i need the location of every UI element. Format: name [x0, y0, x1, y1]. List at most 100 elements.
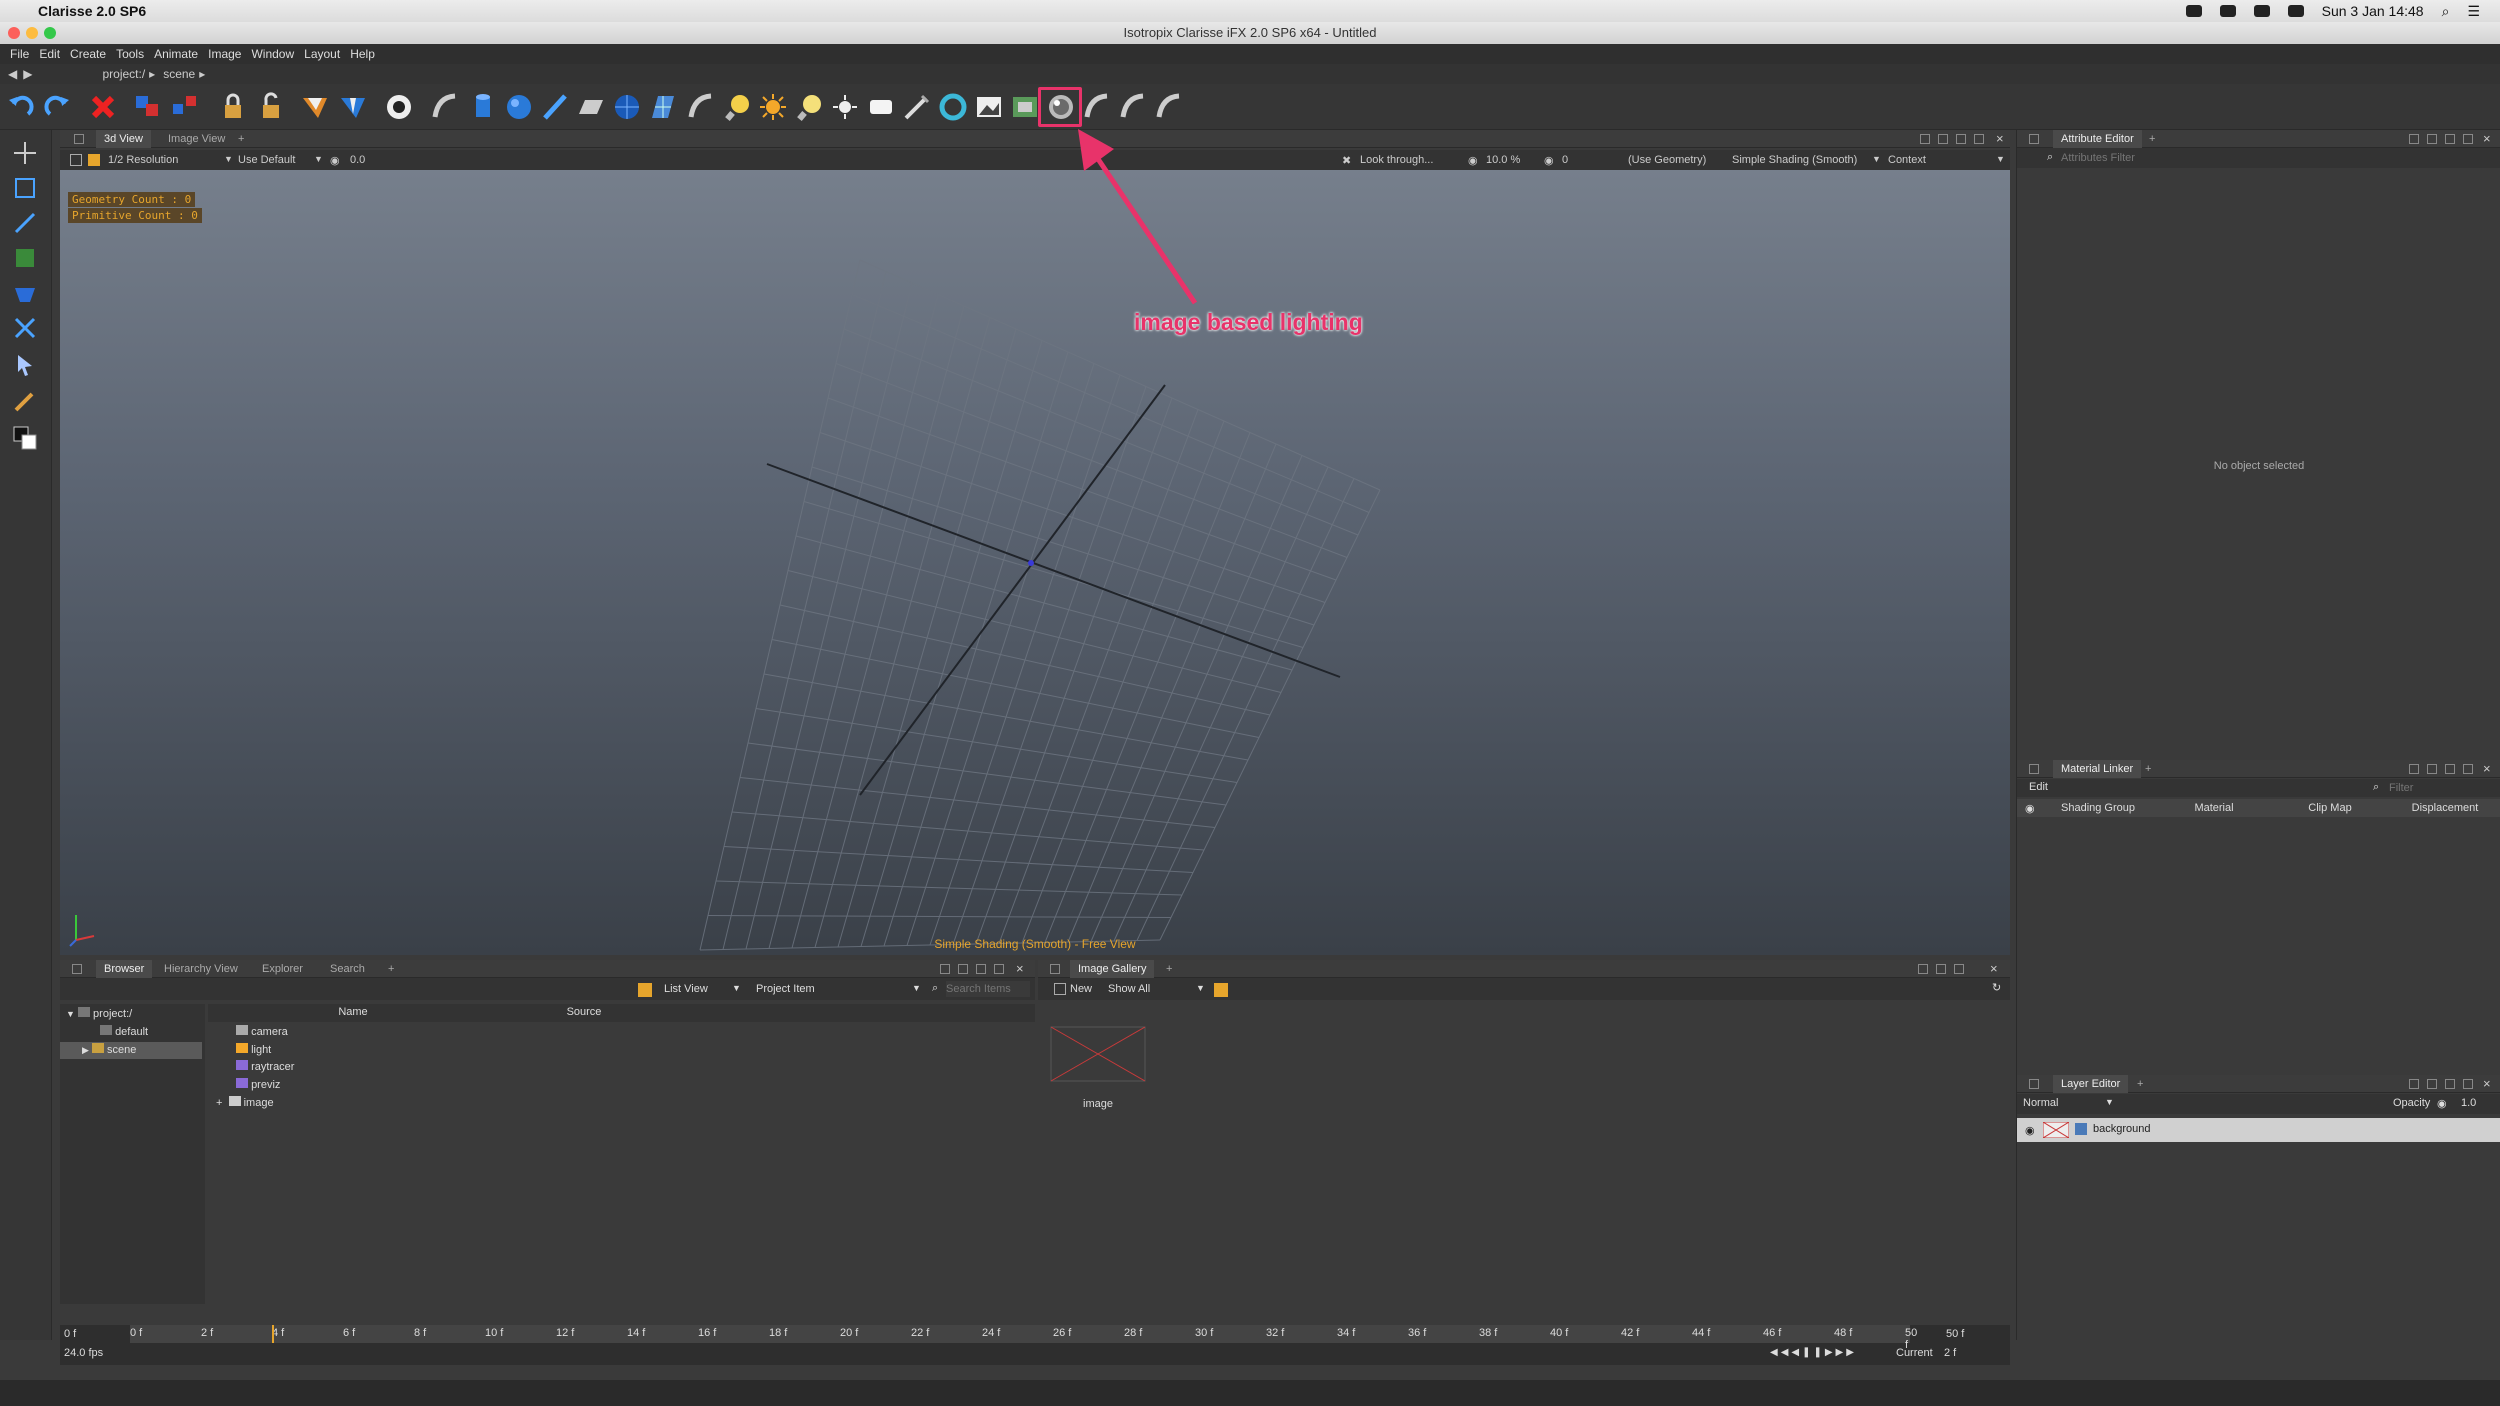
- search-icon[interactable]: ⌕: [2442, 3, 2450, 20]
- path-icon[interactable]: [1082, 92, 1112, 122]
- redo-icon[interactable]: [42, 92, 72, 122]
- unlock-icon[interactable]: [256, 92, 286, 122]
- layout-icon[interactable]: [2427, 764, 2437, 774]
- layout-icon[interactable]: [1920, 134, 1930, 144]
- list-item-image[interactable]: + image: [216, 1095, 274, 1112]
- close-icon[interactable]: ×: [1990, 961, 1998, 976]
- menu-window[interactable]: Window: [251, 47, 294, 61]
- sphere-icon[interactable]: [504, 92, 534, 122]
- path-icon[interactable]: [430, 92, 460, 122]
- spot-light-icon[interactable]: [722, 92, 752, 122]
- list-item-camera[interactable]: camera: [236, 1024, 288, 1041]
- delete-icon[interactable]: [88, 92, 118, 122]
- scale-tool-icon[interactable]: [12, 175, 38, 201]
- plane-icon[interactable]: [576, 92, 606, 122]
- breadcrumb-project[interactable]: project:/: [102, 67, 145, 81]
- forward-icon[interactable]: ▶: [23, 67, 32, 81]
- timeline[interactable]: 0 f 0 f2 f4 f6 f8 f 10 f 12 f 14 f 16 f 18 f2…: [60, 1325, 2010, 1365]
- breadcrumb-scene[interactable]: scene: [163, 67, 195, 81]
- blend-mode-dropdown[interactable]: Normal: [2023, 1097, 2058, 1109]
- lock-icon[interactable]: [74, 134, 84, 144]
- list-item-raytracer[interactable]: raytracer: [236, 1059, 294, 1076]
- eye-icon[interactable]: ◉: [2025, 1124, 2035, 1137]
- tree-item-project[interactable]: ▼ project:/: [66, 1006, 132, 1023]
- shading-dropdown[interactable]: Simple Shading (Smooth): [1732, 154, 1857, 166]
- tree-item-default[interactable]: default: [100, 1024, 148, 1041]
- menu-help[interactable]: Help: [350, 47, 375, 61]
- add-tab-button[interactable]: +: [230, 130, 252, 148]
- opacity-field[interactable]: 1.0: [2461, 1097, 2476, 1109]
- close-icon[interactable]: ×: [2483, 1076, 2491, 1091]
- timeline-start-field[interactable]: 0 f: [64, 1328, 76, 1340]
- tab-attribute-editor[interactable]: Attribute Editor: [2053, 130, 2142, 148]
- close-icon[interactable]: ×: [2483, 761, 2491, 776]
- point-light-icon[interactable]: [794, 92, 824, 122]
- zoom-secondary-field[interactable]: 0: [1562, 154, 1568, 166]
- layout-icon[interactable]: [940, 964, 950, 974]
- layer-icon[interactable]: [1010, 92, 1040, 122]
- column-material[interactable]: Material: [2157, 802, 2271, 814]
- add-tab-button[interactable]: +: [1158, 960, 1180, 978]
- back-icon[interactable]: ◀: [8, 67, 17, 81]
- search-items-input[interactable]: [946, 981, 1030, 997]
- paint-tool-icon[interactable]: [12, 245, 38, 271]
- layout-icon[interactable]: [2409, 1079, 2419, 1089]
- close-window-button[interactable]: [8, 27, 20, 39]
- lock-icon[interactable]: [72, 964, 82, 974]
- lock-icon[interactable]: [2029, 1079, 2039, 1089]
- path-icon[interactable]: [686, 92, 716, 122]
- layout-icon[interactable]: [2463, 764, 2473, 774]
- attributes-filter-input[interactable]: [2061, 150, 2491, 166]
- menu-create[interactable]: Create: [70, 47, 106, 61]
- timeline-end-field[interactable]: 50 f: [1946, 1328, 1964, 1340]
- resolution-dropdown[interactable]: 1/2 Resolution: [108, 154, 218, 166]
- list-view-dropdown[interactable]: List View: [664, 983, 708, 995]
- select-tool-icon[interactable]: [12, 352, 38, 378]
- menu-image[interactable]: Image: [208, 47, 241, 61]
- layout-icon[interactable]: [2445, 1079, 2455, 1089]
- menu-tools[interactable]: Tools: [116, 47, 144, 61]
- menu-animate[interactable]: Animate: [154, 47, 198, 61]
- layout-icon[interactable]: [2463, 134, 2473, 144]
- playback-controls[interactable]: ◀◀◀❚❚▶▶▶: [1770, 1347, 1857, 1358]
- use-geometry-toggle[interactable]: (Use Geometry): [1628, 154, 1706, 166]
- project-item-dropdown[interactable]: Project Item: [756, 983, 815, 995]
- reference-icon[interactable]: [338, 92, 368, 122]
- group-icon[interactable]: [132, 92, 162, 122]
- timeline-ruler[interactable]: 0 f2 f4 f6 f8 f 10 f 12 f 14 f 16 f 18 f 20 f2…: [130, 1325, 1917, 1351]
- add-tab-button[interactable]: +: [2141, 130, 2163, 148]
- move-tool-icon[interactable]: [12, 140, 38, 166]
- tab-3d-view[interactable]: 3d View: [96, 130, 151, 148]
- status-icon[interactable]: [2219, 5, 2236, 17]
- layout-icon[interactable]: [2463, 1079, 2473, 1089]
- status-icon[interactable]: [2185, 5, 2202, 17]
- show-all-dropdown[interactable]: Show All: [1108, 983, 1150, 995]
- menu-edit[interactable]: Edit: [39, 47, 60, 61]
- app-name[interactable]: Clarisse 2.0 SP6: [38, 3, 146, 19]
- layout-icon[interactable]: [958, 964, 968, 974]
- lock-icon[interactable]: [1050, 964, 1060, 974]
- scatter-tool-icon[interactable]: [12, 280, 38, 306]
- new-image-icon[interactable]: [1054, 983, 1066, 995]
- edit-menu[interactable]: Edit: [2029, 781, 2048, 793]
- clock[interactable]: Sun 3 Jan 14:48: [2322, 3, 2424, 19]
- layer-row[interactable]: ◉ background: [2017, 1118, 2500, 1142]
- volume-icon[interactable]: [2253, 5, 2270, 17]
- eye-icon[interactable]: ◉: [2025, 802, 2035, 815]
- sync-icon[interactable]: [1214, 983, 1228, 997]
- image-icon[interactable]: [974, 92, 1004, 122]
- refresh-icon[interactable]: ↻: [1992, 981, 2001, 994]
- quad-light-icon[interactable]: [866, 92, 896, 122]
- lock-icon[interactable]: [218, 92, 248, 122]
- column-clip-map[interactable]: Clip Map: [2273, 802, 2387, 814]
- material-filter-input[interactable]: [2389, 780, 2497, 795]
- list-item-previz[interactable]: previz: [236, 1077, 280, 1094]
- layout-icon[interactable]: [1938, 134, 1948, 144]
- layout-icon[interactable]: [2445, 134, 2455, 144]
- layout-icon[interactable]: [994, 964, 1004, 974]
- new-button[interactable]: New: [1070, 983, 1092, 995]
- list-item-light[interactable]: light: [236, 1042, 271, 1059]
- undo-icon[interactable]: [6, 92, 36, 122]
- zoom-field[interactable]: 10.0 %: [1486, 154, 1520, 166]
- torus-icon[interactable]: [938, 92, 968, 122]
